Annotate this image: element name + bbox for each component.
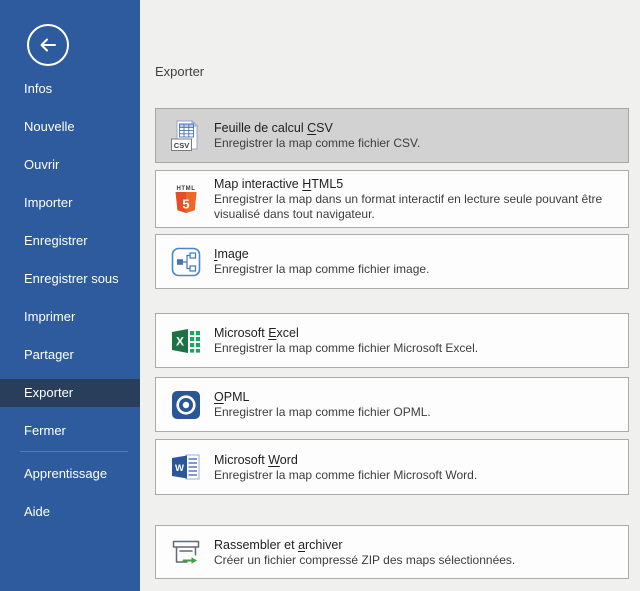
export-option-title: OPML xyxy=(214,389,431,405)
sidebar-item-importer[interactable]: Importer xyxy=(0,189,140,217)
export-option-description: Enregistrer la map comme fichier OPML. xyxy=(214,405,431,420)
title-segment: ord xyxy=(280,453,298,467)
title-segment: Feuille de calcul xyxy=(214,121,307,135)
sidebar-item-enregistrer[interactable]: Enregistrer xyxy=(0,227,140,255)
sidebar-item-nouvelle[interactable]: Nouvelle xyxy=(0,113,140,141)
export-option-description: Enregistrer la map dans un format intera… xyxy=(214,192,620,222)
title-accelerator: O xyxy=(214,390,224,404)
title-segment: Microsoft xyxy=(214,326,268,340)
export-option-title: Image xyxy=(214,246,429,262)
title-segment: TML5 xyxy=(311,177,343,191)
csv-file-icon: CSV xyxy=(169,119,203,153)
title-accelerator: C xyxy=(307,121,316,135)
sidebar-item-enregistrer-sous[interactable]: Enregistrer sous xyxy=(0,265,140,293)
image-map-icon xyxy=(169,245,203,279)
export-option-word[interactable]: W Microsoft Word Enregistrer la map comm… xyxy=(155,439,629,495)
title-accelerator: H xyxy=(302,177,311,191)
export-panel: Exporter xyxy=(140,0,640,591)
export-option-image[interactable]: Image Enregistrer la map comme fichier i… xyxy=(155,234,629,289)
export-options-list: CSV Feuille de calcul CSV Enregistrer la… xyxy=(155,108,629,579)
page-title: Exporter xyxy=(155,64,204,79)
export-option-description: Enregistrer la map comme fichier Microso… xyxy=(214,468,477,483)
sidebar-item-apprentissage[interactable]: Apprentissage xyxy=(0,460,140,488)
export-option-opml[interactable]: OPML Enregistrer la map comme fichier OP… xyxy=(155,377,629,432)
export-option-description: Enregistrer la map comme fichier image. xyxy=(214,262,429,277)
title-segment: Map interactive xyxy=(214,177,302,191)
export-option-description: Créer un fichier compressé ZIP des maps … xyxy=(214,553,515,568)
sidebar-item-ouvrir[interactable]: Ouvrir xyxy=(0,151,140,179)
export-option-title: Feuille de calcul CSV xyxy=(214,120,420,136)
svg-text:HTML: HTML xyxy=(176,186,195,192)
title-accelerator: a xyxy=(298,538,305,552)
export-option-title: Rassembler et archiver xyxy=(214,537,515,553)
title-segment: Microsoft xyxy=(214,453,268,467)
export-option-excel[interactable]: X Microsoft Excel Enregistrer la map com… xyxy=(155,313,629,368)
export-option-html5[interactable]: HTML 5 Map interactive HTML5 Enregistrer… xyxy=(155,170,629,228)
title-segment: SV xyxy=(316,121,333,135)
sidebar-item-partager[interactable]: Partager xyxy=(0,341,140,369)
export-option-title: Microsoft Word xyxy=(214,452,477,468)
export-option-csv[interactable]: CSV Feuille de calcul CSV Enregistrer la… xyxy=(155,108,629,163)
title-segment: PML xyxy=(224,390,250,404)
sidebar-divider xyxy=(20,451,128,452)
word-icon: W xyxy=(169,450,203,484)
sidebar-item-aide[interactable]: Aide xyxy=(0,498,140,526)
title-segment: Rassembler et xyxy=(214,538,298,552)
svg-text:X: X xyxy=(176,334,184,348)
opml-icon xyxy=(169,388,203,422)
svg-text:CSV: CSV xyxy=(174,141,189,150)
title-accelerator: W xyxy=(268,453,280,467)
svg-text:5: 5 xyxy=(182,197,189,212)
export-option-description: Enregistrer la map comme fichier Microso… xyxy=(214,341,478,356)
backstage-view: Infos Nouvelle Ouvrir Importer Enregistr… xyxy=(0,0,640,591)
html5-icon: HTML 5 xyxy=(169,182,203,216)
excel-icon: X xyxy=(169,324,203,358)
export-option-title: Map interactive HTML5 xyxy=(214,176,620,192)
sidebar-item-fermer[interactable]: Fermer xyxy=(0,417,140,445)
sidebar-item-imprimer[interactable]: Imprimer xyxy=(0,303,140,331)
sidebar-item-exporter[interactable]: Exporter xyxy=(0,379,140,407)
export-option-archive[interactable]: Rassembler et archiver Créer un fichier … xyxy=(155,525,629,579)
sidebar-item-infos[interactable]: Infos xyxy=(0,75,140,103)
export-option-title: Microsoft Excel xyxy=(214,325,478,341)
archive-icon xyxy=(169,535,203,569)
title-segment: xcel xyxy=(277,326,299,340)
title-segment: rchiver xyxy=(305,538,343,552)
sidebar-menu: Infos Nouvelle Ouvrir Importer Enregistr… xyxy=(0,0,140,526)
title-accelerator: E xyxy=(268,326,276,340)
title-segment: mage xyxy=(217,247,248,261)
svg-text:W: W xyxy=(175,463,184,474)
sidebar: Infos Nouvelle Ouvrir Importer Enregistr… xyxy=(0,0,140,591)
export-option-description: Enregistrer la map comme fichier CSV. xyxy=(214,136,420,151)
